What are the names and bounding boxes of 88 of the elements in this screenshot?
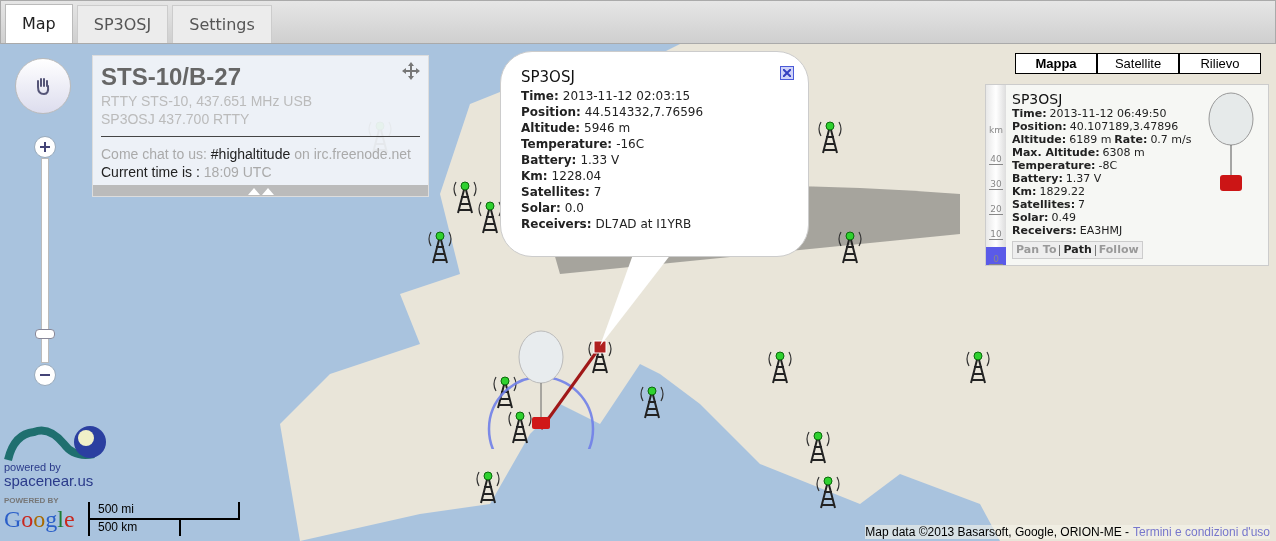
antenna-tower-icon: [814, 475, 842, 509]
antenna-tower-icon: [426, 230, 454, 264]
field-label: Receivers:: [1012, 224, 1077, 237]
field-value: 1829.22: [1039, 185, 1085, 198]
field-label: Solar:: [521, 200, 561, 216]
field-value: 5946 m: [584, 120, 631, 136]
move-icon: [402, 62, 420, 80]
field-value: 1228.04: [551, 168, 602, 184]
antenna-tower-icon: [836, 230, 864, 264]
field-label: Temperature:: [521, 136, 613, 152]
field-label: Altitude:: [521, 120, 581, 136]
tab[interactable]: Map: [5, 4, 73, 43]
field-label: Battery:: [521, 152, 577, 168]
field-label: Time:: [521, 88, 559, 104]
field-label: Solar:: [1012, 211, 1049, 224]
antenna-tower-icon: [766, 350, 794, 384]
field-label: Km:: [521, 168, 548, 184]
antenna-tower-icon: [474, 470, 502, 504]
scale-label: 500 km: [88, 520, 181, 536]
field-label: Altitude:: [1012, 133, 1067, 146]
field-value: 2013-11-12 02:03:15: [562, 88, 691, 104]
terms-link[interactable]: Termini e condizioni d'uso: [1132, 525, 1270, 539]
tab[interactable]: SP3OSJ: [76, 5, 169, 43]
altitude-unit: km: [989, 125, 1003, 137]
altitude-tick: 20: [989, 190, 1003, 216]
field-label: Position:: [521, 104, 581, 120]
antenna-tower-icon: [506, 410, 534, 444]
chat-server: on irc.freenode.net: [294, 145, 411, 163]
google-logo: Google: [4, 505, 75, 533]
spacenear-tagline: powered by: [4, 462, 61, 473]
field-value: EA3HMJ: [1079, 224, 1123, 237]
action-link[interactable]: Path: [1063, 242, 1092, 258]
field-value: 6308 m: [1102, 146, 1145, 159]
field-value: 6189 m: [1069, 133, 1112, 146]
field-value: 0.7 m/s: [1150, 133, 1192, 146]
field-value: 1.37 V: [1065, 172, 1102, 185]
field-value: 40.107189,3.47896: [1069, 120, 1179, 133]
close-button[interactable]: [780, 66, 794, 80]
field-value: 1.33 V: [580, 152, 620, 168]
zoom-slider-thumb[interactable]: [35, 329, 55, 339]
chat-prefix: Come chat to us:: [101, 145, 207, 163]
altitude-tick: 40: [989, 140, 1003, 166]
field-value: -8C: [1098, 159, 1118, 172]
field-label: Receivers:: [521, 216, 592, 232]
tab[interactable]: Settings: [172, 5, 272, 43]
field-value: 0.49: [1051, 211, 1076, 224]
antenna-tower-icon: [816, 120, 844, 154]
field-value: 44.514332,7.76596: [584, 104, 704, 120]
field-label: Time:: [1012, 107, 1047, 120]
field-value: 7: [593, 184, 602, 200]
field-label: Position:: [1012, 120, 1067, 133]
field-value: 7: [1078, 198, 1086, 211]
field-label: Km:: [1012, 185, 1037, 198]
plus-icon: [40, 142, 50, 152]
map-type-button[interactable]: Rilievo: [1179, 53, 1261, 74]
map-attribution: Map data ©2013 Basarsoft, Google, ORION-ME -: [865, 525, 1129, 539]
channel-link[interactable]: #highaltitude: [210, 145, 291, 163]
payload-info: SP3OSJ 437.700 RTTY: [101, 110, 251, 128]
altitude-tick: 0: [989, 240, 1003, 265]
field-label: Rate:: [1114, 133, 1148, 146]
antenna-tower-icon: [491, 375, 519, 409]
field-label: Satellites:: [521, 184, 590, 200]
antenna-tower-icon: [451, 180, 479, 214]
field-label: Max. Altitude:: [1012, 146, 1100, 159]
field-label: Temperature:: [1012, 159, 1096, 172]
flight-title: STS-10/B-27: [101, 62, 242, 92]
tracker-title: SP3OSJ: [1012, 91, 1064, 107]
field-value: 0.0: [564, 200, 584, 216]
field-value: -16C: [616, 136, 645, 152]
field-label: Satellites:: [1012, 198, 1076, 211]
field-value: 2013-11-12 06:49:50: [1049, 107, 1167, 120]
field-label: Battery:: [1012, 172, 1063, 185]
collapse-icon: [247, 186, 274, 195]
map-type-button[interactable]: Satellite: [1097, 53, 1179, 74]
field-value: DL7AD at I1YRB: [595, 216, 692, 232]
altitude-tick: 30: [989, 165, 1003, 191]
map-type-button[interactable]: Mappa: [1015, 53, 1097, 74]
antenna-tower-icon: [638, 385, 666, 419]
close-icon: [783, 69, 791, 77]
time-label: Current time is :: [101, 163, 200, 181]
time-value: 18:09 UTC: [203, 163, 272, 181]
spacenear-name: spacenear.us: [4, 473, 94, 489]
google-tagline: POWERED BY: [4, 496, 60, 505]
altitude-tick: 10: [989, 215, 1003, 241]
antenna-tower-icon: [964, 350, 992, 384]
antenna-tower-icon: [804, 430, 832, 464]
popup-title: SP3OSJ: [521, 68, 575, 86]
payload-info: RTTY STS-10, 437.651 MHz USB: [101, 92, 314, 110]
